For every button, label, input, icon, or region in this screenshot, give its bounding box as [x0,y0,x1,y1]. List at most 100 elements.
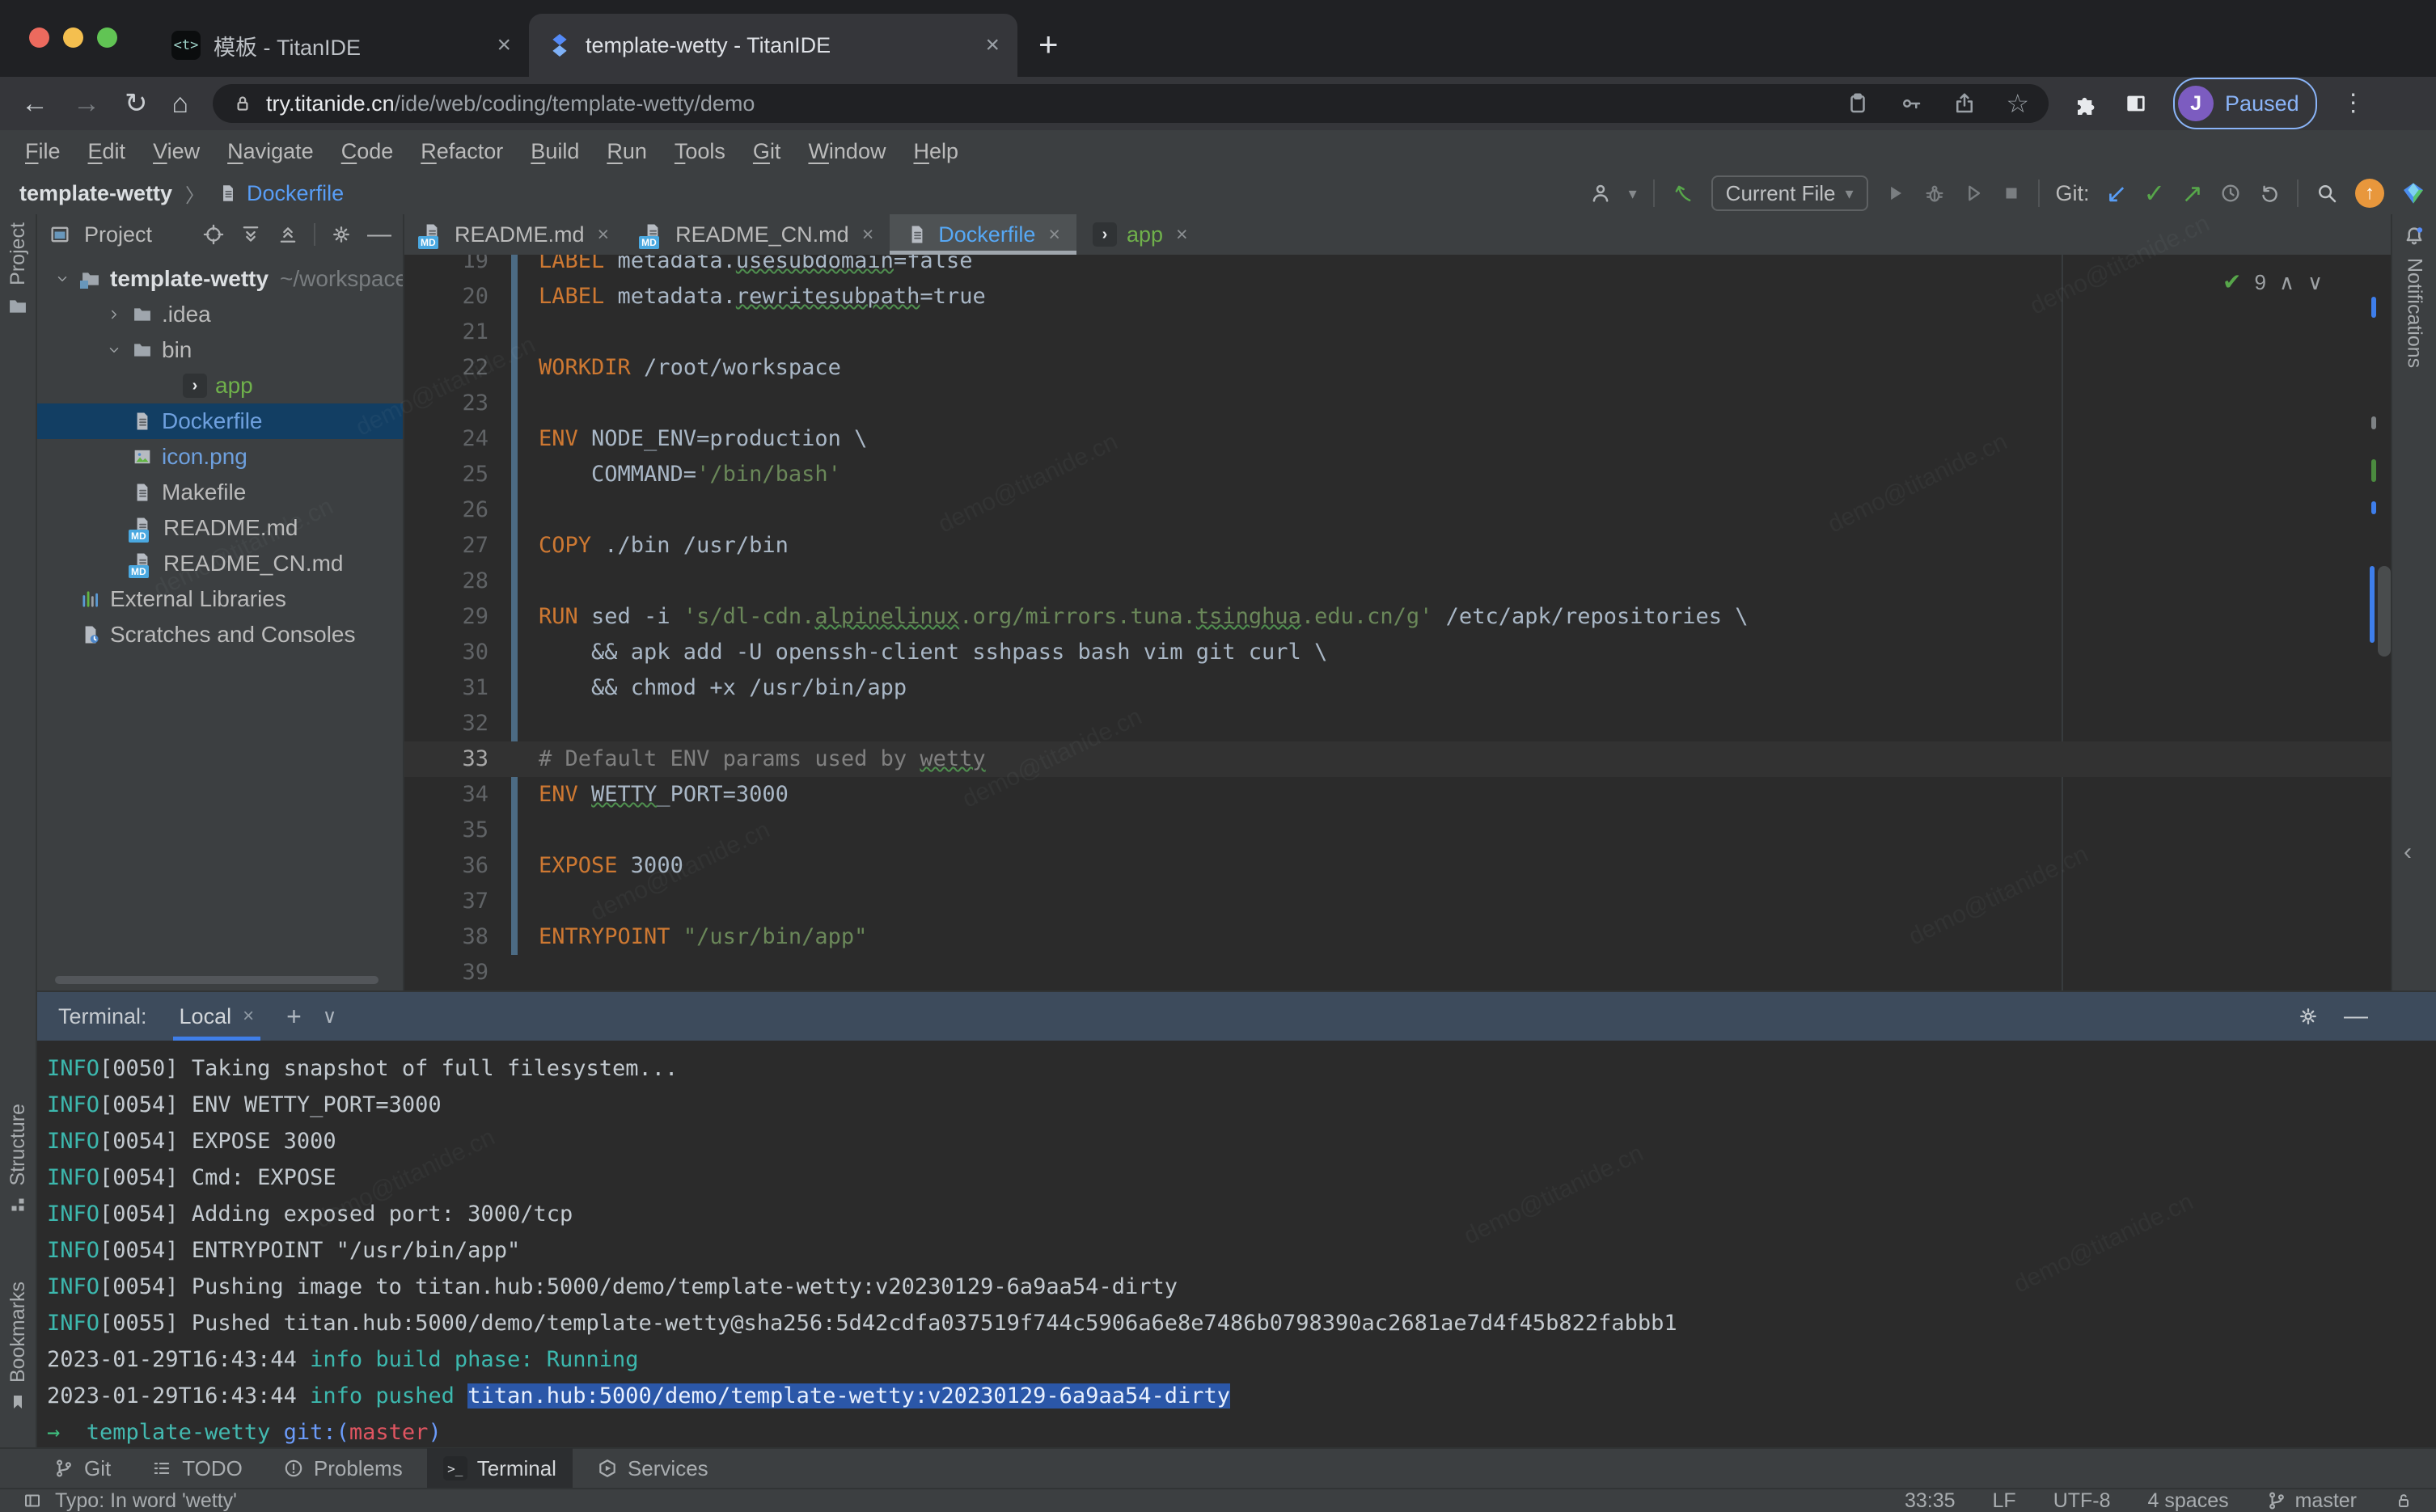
window-controls[interactable] [29,27,117,48]
clipboard-icon[interactable] [1846,91,1870,116]
menu-file[interactable]: File [11,139,74,164]
code-line-33[interactable]: 33# Default ENV params used by wetty [404,741,2391,777]
tool-button-bookmarks[interactable]: Bookmarks [0,1282,36,1412]
maximize-window-button[interactable] [97,27,117,48]
tool-window-button-terminal[interactable]: >_Terminal [427,1448,573,1489]
bookmark-star-icon[interactable]: ☆ [2006,91,2029,116]
collapse-chevron-icon[interactable]: ‹ [2404,838,2412,866]
new-terminal-plus-icon[interactable]: + [286,1002,302,1032]
expand-all-icon[interactable] [239,223,262,246]
menu-help[interactable]: Help [899,139,972,164]
run-config-select[interactable]: Current File ▾ [1711,175,1868,211]
side-panel-icon[interactable] [2123,91,2149,116]
close-icon[interactable]: × [497,32,511,59]
editor-tab-readme-md[interactable]: MDREADME.md× [404,214,625,255]
close-icon[interactable]: × [598,223,610,247]
back-icon[interactable]: ← [21,90,49,117]
code-line-25[interactable]: 25 COMMAND='/bin/bash' [404,457,2391,492]
chevron-down-icon[interactable] [104,343,125,357]
tool-button-structure[interactable]: Structure [0,1104,36,1214]
status-message[interactable]: Typo: In word 'wetty' [55,1489,237,1512]
tool-window-button-services[interactable]: Services [581,1448,725,1489]
code-line-39[interactable]: 39 [404,955,2391,990]
editor-tab-app[interactable]: ›app× [1076,214,1204,255]
collapse-all-icon[interactable] [277,223,299,246]
address-bar[interactable]: try.titanide.cn/ide/web/coding/template-… [213,84,2049,123]
close-window-button[interactable] [29,27,49,48]
close-icon[interactable]: × [985,32,1000,59]
minimize-window-button[interactable] [63,27,83,48]
tree-item-scratches-and-consoles[interactable]: Scratches and Consoles [37,617,403,653]
code-line-36[interactable]: 36EXPOSE 3000 [404,848,2391,884]
tree-item-makefile[interactable]: Makefile [37,475,403,510]
code-line-24[interactable]: 24ENV NODE_ENV=production \ [404,421,2391,457]
terminal-minimize-icon[interactable]: — [2344,1003,2368,1030]
ide-logo-gem-icon[interactable] [2400,180,2426,206]
code-line-26[interactable]: 26 [404,492,2391,528]
line-ending[interactable]: LF [1993,1489,2016,1512]
terminal-output[interactable]: INFO[0050] Taking snapshot of full files… [37,1041,2436,1447]
menu-edit[interactable]: Edit [74,139,140,164]
tool-window-button-todo[interactable]: TODO [135,1448,259,1489]
next-problem-icon[interactable]: ∨ [2307,264,2323,300]
breadcrumb-file[interactable]: Dockerfile [247,181,344,206]
tree-item-bin[interactable]: bin [37,332,403,368]
breadcrumb-project[interactable]: template-wetty [19,181,172,206]
quick-actions-arrow-icon[interactable] [1671,181,1695,205]
user-dropdown-chevron-icon[interactable]: ▾ [1629,184,1637,204]
code-line-29[interactable]: 29RUN sed -i 's/dl-cdn.alpinelinux.org/m… [404,599,2391,635]
tool-window-button-problems[interactable]: Problems [267,1448,419,1489]
browser-menu-icon[interactable]: ⋮ [2341,91,2366,116]
hide-panel-minus-icon[interactable]: — [367,222,391,247]
caret-position[interactable]: 33:35 [1905,1489,1956,1512]
code-line-23[interactable]: 23 [404,386,2391,421]
close-icon[interactable]: × [243,1005,254,1028]
chevron-right-icon[interactable] [104,307,125,322]
new-tab-button[interactable]: + [1038,25,1059,64]
stop-icon[interactable] [2001,183,2022,204]
code-line-21[interactable]: 21 [404,315,2391,350]
close-icon[interactable]: × [1176,223,1188,247]
reload-icon[interactable]: ↻ [125,90,148,117]
editor-tab-readme-cn-md[interactable]: MDREADME_CN.md× [625,214,890,255]
profile-paused-button[interactable]: J Paused [2173,78,2317,129]
code-line-20[interactable]: 20LABEL metadata.rewritesubpath=true [404,279,2391,315]
terminal-dropdown-chevron-icon[interactable]: ∨ [323,1005,337,1028]
tool-button-project[interactable]: Project [0,222,36,318]
git-branch-widget[interactable]: master [2266,1489,2357,1512]
code-line-34[interactable]: 34ENV WETTY_PORT=3000 [404,777,2391,813]
menu-window[interactable]: Window [794,139,899,164]
locate-target-icon[interactable] [202,223,225,246]
tool-button-notifications[interactable]: Notifications [2392,224,2436,368]
code-line-27[interactable]: 27COPY ./bin /usr/bin [404,528,2391,564]
file-encoding[interactable]: UTF-8 [2053,1489,2111,1512]
menu-navigate[interactable]: Navigate [214,139,328,164]
editor-scrollbar[interactable] [2378,566,2391,657]
git-update-icon[interactable]: ↙ [2106,180,2128,206]
search-icon[interactable] [2315,181,2339,205]
browser-tab-1[interactable]: <t>模板 - TitanIDE× [154,14,529,77]
code-line-19[interactable]: 19LABEL metadata.usesubdomain=false [404,255,2391,279]
menu-code[interactable]: Code [328,139,408,164]
history-clock-icon[interactable] [2219,182,2242,205]
code-line-22[interactable]: 22WORKDIR /root/workspace [404,350,2391,386]
git-push-icon[interactable]: ↗ [2181,180,2203,206]
prev-problem-icon[interactable]: ∧ [2279,264,2294,300]
editor-tab-dockerfile[interactable]: Dockerfile× [890,214,1076,255]
tree-item-external-libraries[interactable]: External Libraries [37,581,403,617]
share-icon[interactable] [1952,91,1977,116]
horizontal-scrollbar[interactable] [55,976,379,984]
user-icon[interactable] [1588,181,1613,205]
code-line-30[interactable]: 30 && apk add -U openssh-client sshpass … [404,635,2391,670]
menu-refactor[interactable]: Refactor [407,139,517,164]
indent-setting[interactable]: 4 spaces [2148,1489,2229,1512]
menu-run[interactable]: Run [593,139,661,164]
unlock-icon[interactable] [2394,1491,2413,1510]
code-line-38[interactable]: 38ENTRYPOINT "/usr/bin/app" [404,919,2391,955]
menu-view[interactable]: View [139,139,214,164]
tree-item--idea[interactable]: .idea [37,297,403,332]
tree-item-app[interactable]: ›app [37,368,403,403]
terminal-tab-local[interactable]: Local × [168,992,266,1041]
code-line-32[interactable]: 32 [404,706,2391,741]
menu-tools[interactable]: Tools [661,139,739,164]
